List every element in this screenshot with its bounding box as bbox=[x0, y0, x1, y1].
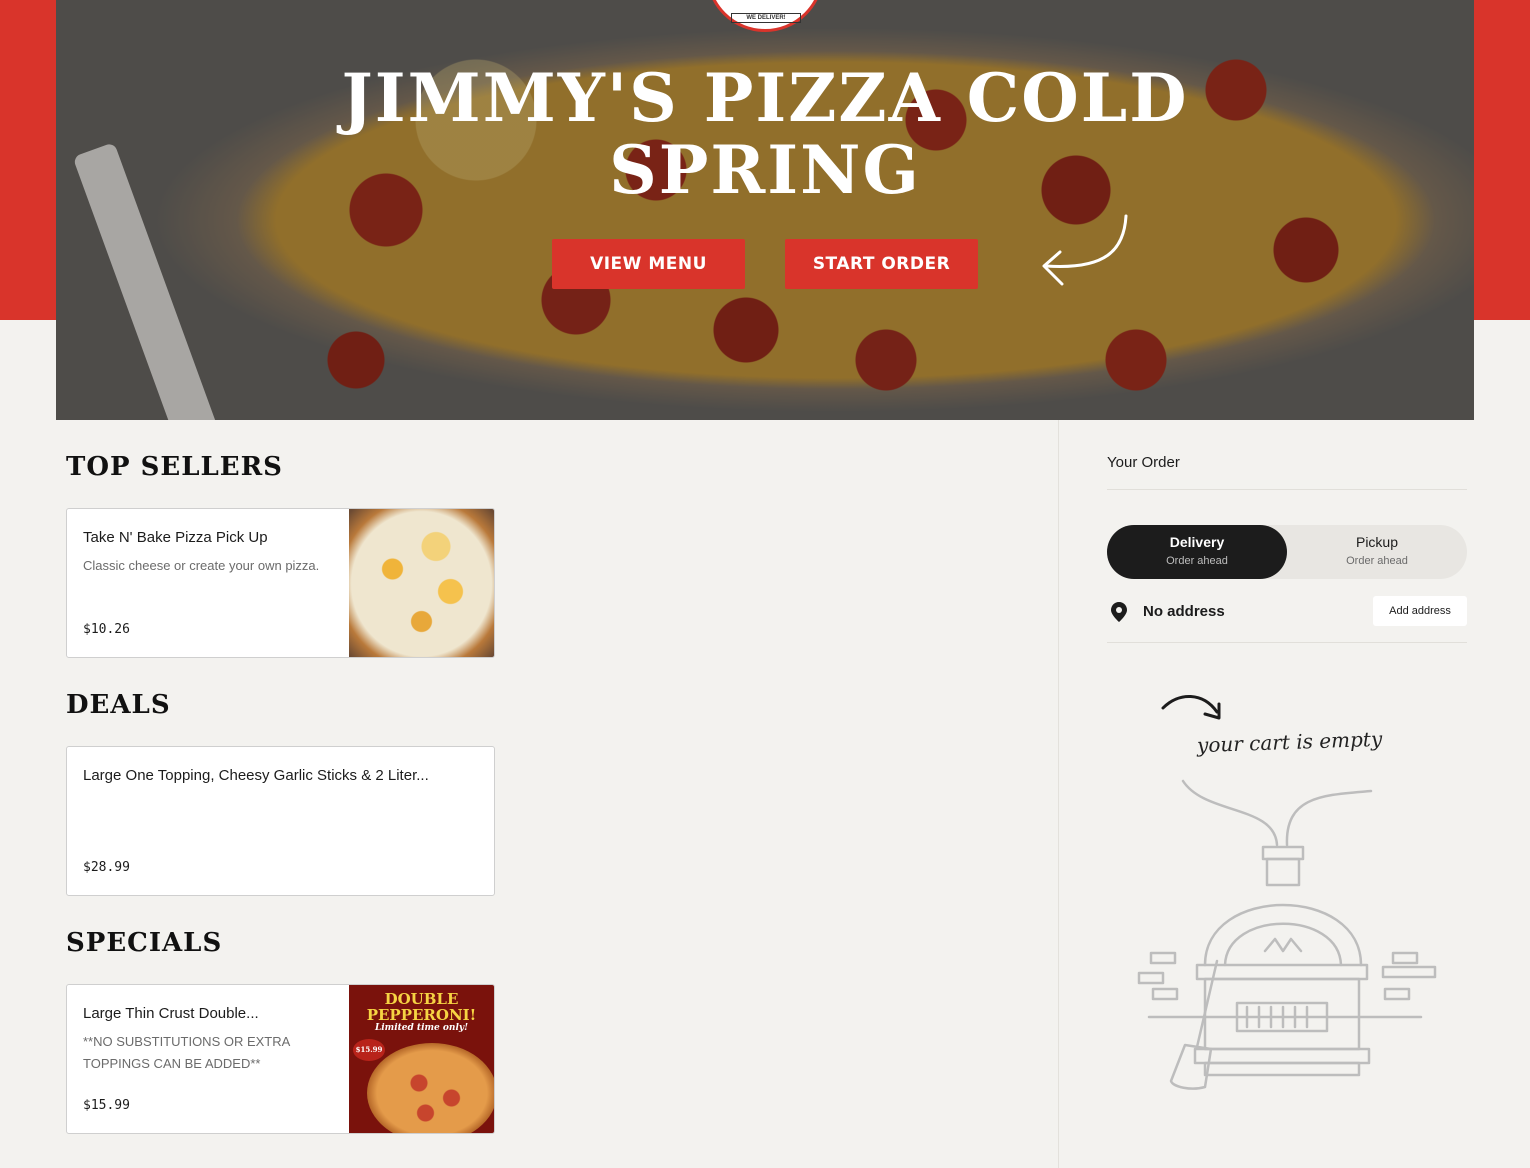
section-title-specials: SPECIALS bbox=[66, 928, 223, 958]
item-image bbox=[349, 509, 494, 657]
fulfillment-toggle: Delivery Order ahead Pickup Order ahead bbox=[1107, 525, 1467, 579]
item-price: $28.99 bbox=[83, 860, 130, 875]
item-price: $10.26 bbox=[83, 622, 130, 637]
curved-arrow-icon bbox=[1161, 695, 1221, 720]
divider bbox=[1107, 642, 1467, 643]
add-address-button[interactable]: Add address bbox=[1373, 596, 1467, 626]
start-order-button[interactable]: START ORDER bbox=[785, 239, 978, 289]
item-description: Classic cheese or create your own pizza. bbox=[83, 558, 320, 573]
pickup-option[interactable]: Pickup Order ahead bbox=[1287, 525, 1467, 579]
item-name: Large One Topping, Cheesy Garlic Sticks … bbox=[83, 767, 429, 784]
item-description: **NO SUBSTITUTIONS OR EXTRA TOPPINGS CAN… bbox=[83, 1034, 290, 1071]
item-image: DOUBLE PEPPERONI! Limited time only! $15… bbox=[349, 985, 494, 1133]
restaurant-title: JIMMY'S PIZZA COLD SPRING bbox=[341, 59, 1189, 209]
promo-subline: Limited time only! bbox=[374, 1023, 469, 1033]
address-row: No address Add address bbox=[1107, 596, 1467, 626]
logo-tagline: WE DELIVER! bbox=[731, 13, 801, 23]
menu-item-card[interactable]: Take N' Bake Pizza Pick Up Classic chees… bbox=[66, 508, 495, 658]
promo-price-tag: $15.99 bbox=[353, 1039, 385, 1061]
item-price: $15.99 bbox=[83, 1098, 130, 1113]
delivery-option[interactable]: Delivery Order ahead bbox=[1107, 525, 1287, 579]
menu-item-card[interactable]: Large One Topping, Cheesy Garlic Sticks … bbox=[66, 746, 495, 896]
pizza-oven-illustration bbox=[1137, 779, 1437, 1090]
empty-cart-message: your cart is empty bbox=[1196, 726, 1383, 758]
curved-arrow-icon bbox=[1042, 214, 1128, 286]
promo-headline: DOUBLE PEPPERONI! bbox=[366, 990, 477, 1024]
section-title-deals: DEALS bbox=[66, 690, 171, 720]
pickup-sublabel: Order ahead bbox=[1346, 555, 1408, 567]
map-pin-icon bbox=[1111, 602, 1127, 622]
address-text: No address bbox=[1143, 603, 1225, 620]
order-sidebar: Your Order Delivery Order ahead Pickup O… bbox=[1058, 420, 1530, 1168]
item-name: Large Thin Crust Double... bbox=[83, 1005, 259, 1022]
order-title: Your Order bbox=[1107, 454, 1180, 471]
item-name: Take N' Bake Pizza Pick Up bbox=[83, 529, 268, 546]
menu-item-card[interactable]: Large Thin Crust Double... **NO SUBSTITU… bbox=[66, 984, 495, 1134]
pizza-image bbox=[367, 1043, 494, 1133]
pickup-label: Pickup bbox=[1355, 534, 1399, 550]
delivery-label: Delivery bbox=[1169, 534, 1225, 550]
delivery-sublabel: Order ahead bbox=[1166, 555, 1228, 567]
divider bbox=[1107, 489, 1467, 490]
section-title-top-sellers: TOP SELLERS bbox=[66, 452, 283, 482]
view-menu-button[interactable]: VIEW MENU bbox=[552, 239, 745, 289]
